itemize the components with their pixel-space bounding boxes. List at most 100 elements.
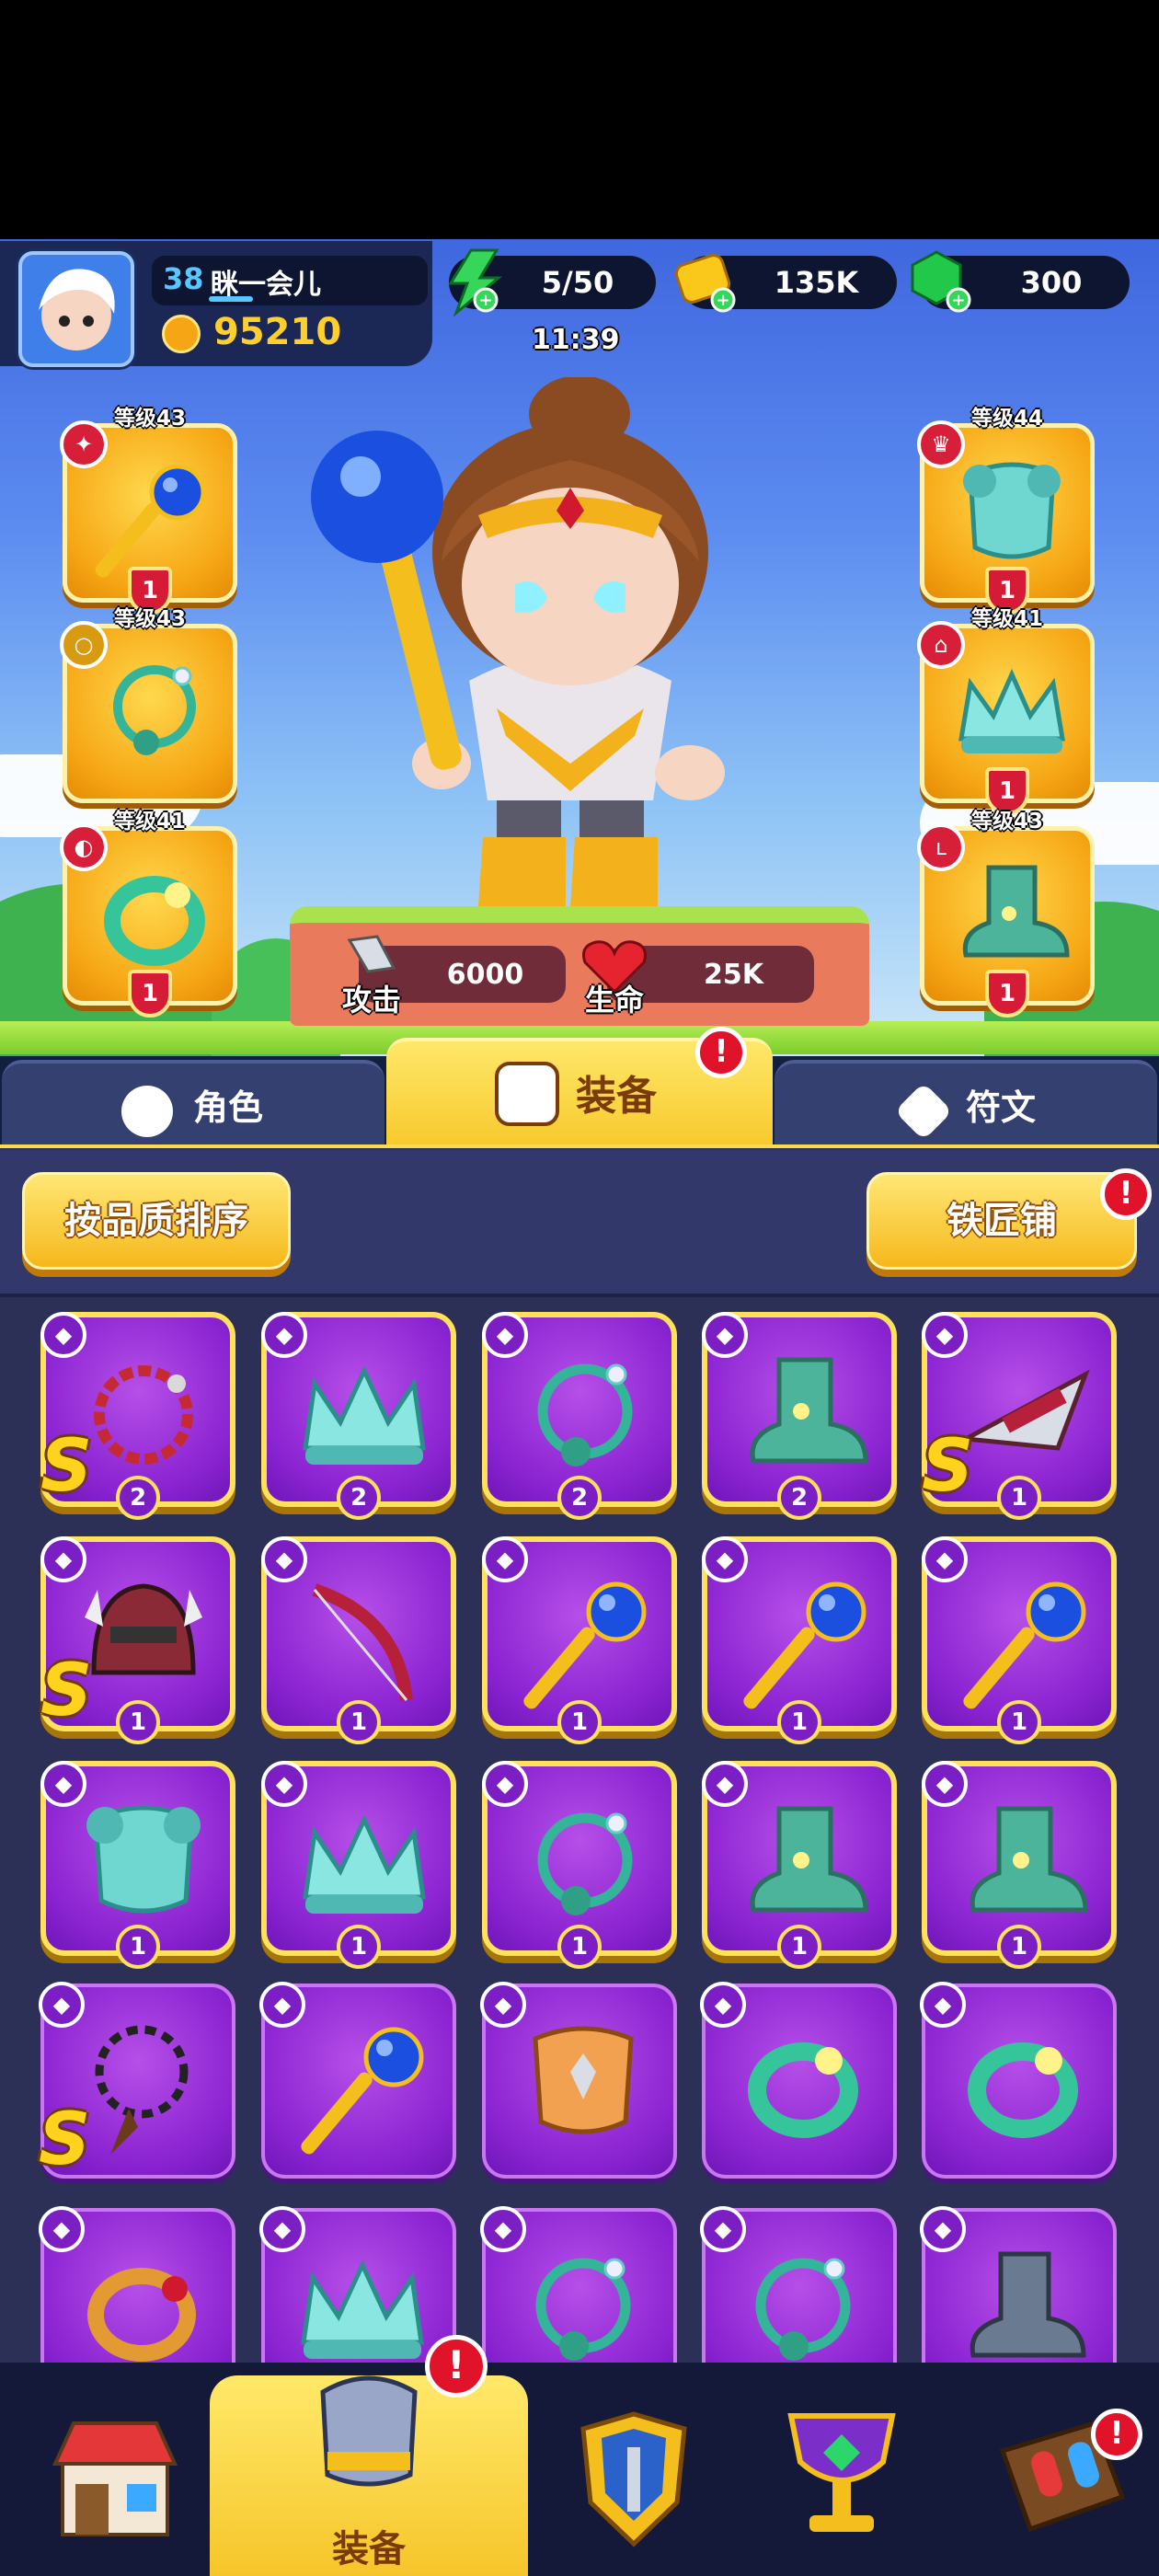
equip-slot-ring[interactable]: 等级41 ◐ 1 xyxy=(60,810,237,1018)
power-icon xyxy=(162,315,201,353)
scepter-icon xyxy=(523,1581,647,1709)
nav-guild[interactable] xyxy=(528,2383,740,2567)
inventory-item[interactable]: ◆ xyxy=(480,2206,677,2363)
boots-icon xyxy=(750,1806,868,1913)
nav-shop[interactable] xyxy=(9,2383,221,2567)
equip-slot-weapon[interactable]: 等级43 ✦ 1 xyxy=(60,407,237,615)
nav-trophy[interactable] xyxy=(736,2383,947,2567)
equip-slot-boots[interactable]: 等级43 ʟ 1 xyxy=(917,810,1095,1018)
armor-icon xyxy=(86,1805,201,1914)
rarity-s-mark: S xyxy=(39,2099,91,2181)
inventory-item[interactable]: ◆ S 1 xyxy=(40,1536,235,1744)
item-count: 1 xyxy=(777,1925,821,1969)
energy-value: 5/50 xyxy=(541,265,614,300)
necklace-icon xyxy=(755,2258,851,2361)
svg-text:+: + xyxy=(951,291,965,310)
tab-runes-label: 符文 xyxy=(966,1087,1037,1128)
inventory-item[interactable]: ◆ xyxy=(39,2206,235,2363)
player-power: 95210 xyxy=(213,311,342,353)
item-count: 1 xyxy=(557,1925,602,1969)
inventory-item[interactable]: ◆ 1 xyxy=(922,1761,1117,1969)
gold-add-icon[interactable]: + xyxy=(671,250,741,315)
item-count: 1 xyxy=(777,1700,821,1744)
item-count: 2 xyxy=(557,1476,602,1520)
bow-icon xyxy=(312,1583,413,1701)
shop-icon xyxy=(52,2421,178,2536)
equip-slot-helmet[interactable]: 等级41 ⌂ 1 xyxy=(917,607,1095,815)
item-count: 1 xyxy=(557,1700,602,1744)
rarity-s-mark: S xyxy=(40,1650,93,1732)
player-level: 38 xyxy=(163,261,204,296)
item-count: 1 xyxy=(337,1925,381,1969)
rarity-s-mark: S xyxy=(922,1425,974,1508)
necklace-icon xyxy=(113,665,196,755)
boots-icon xyxy=(750,1357,868,1464)
ring-icon xyxy=(104,876,205,966)
tab-equipment-label: 装备 xyxy=(576,1073,657,1120)
trophy-icon xyxy=(787,2413,896,2532)
countdown-timer: 11:39 xyxy=(532,324,620,356)
inventory-item[interactable]: ◆ S xyxy=(39,1982,235,2181)
attack-label: 攻击 xyxy=(342,983,402,1018)
inventory-item[interactable]: ◆ 1 xyxy=(702,1761,897,1969)
inventory-item[interactable]: ◆ 1 xyxy=(702,1536,897,1744)
inventory-item[interactable]: ◆ xyxy=(920,2206,1117,2363)
sort-by-quality-button[interactable]: 按品质排序 xyxy=(22,1172,291,1270)
gold-ring-icon xyxy=(87,2268,196,2362)
crown-icon xyxy=(958,668,1065,753)
character-tab-icon xyxy=(121,1086,173,1137)
inventory-item[interactable]: ◆ 1 xyxy=(261,1761,456,1969)
inventory-item[interactable]: ◆ 1 xyxy=(482,1761,677,1969)
crown-icon xyxy=(303,1365,426,1465)
equipment-tab-icon xyxy=(495,1062,559,1126)
inventory-item[interactable]: ◆ 1 xyxy=(482,1536,677,1744)
inventory-item[interactable]: ◆ 1 xyxy=(922,1536,1117,1744)
ring-icon xyxy=(968,2042,1078,2138)
svg-text:+: + xyxy=(716,291,729,310)
scepter-icon xyxy=(743,1581,866,1709)
tab-character[interactable]: 角色 xyxy=(2,1060,384,1148)
inventory-item[interactable]: ◆ xyxy=(700,2206,897,2363)
item-count: 2 xyxy=(116,1476,160,1520)
chest-armor-icon xyxy=(533,2026,634,2134)
inventory-item[interactable]: ◆ 1 xyxy=(261,1536,456,1744)
nav-equipment[interactable]: 装备 xyxy=(263,2375,475,2570)
hero-character[interactable] xyxy=(304,377,782,920)
item-count: 1 xyxy=(116,1925,160,1969)
equip-slot-necklace[interactable]: 等级43 ○ xyxy=(60,607,237,803)
item-count: 1 xyxy=(997,1925,1041,1969)
equip-slot-armor[interactable]: 等级44 ♛ 1 xyxy=(917,407,1095,615)
inventory-item[interactable]: ◆ S 2 xyxy=(40,1312,235,1520)
tab-runes[interactable]: 符文 xyxy=(775,1060,1157,1148)
inventory-item[interactable]: ◆ S 1 xyxy=(922,1312,1117,1520)
necklace-icon xyxy=(537,1363,633,1466)
necklace-icon xyxy=(535,2258,631,2361)
gem-value: 300 xyxy=(1020,265,1083,300)
inventory-grid: ◆ S 2 ◆ 2 ◆ 2 ◆ 2 ◆ S 1 ◆ S 1 ◆ 1 ◆ 1 ◆ 1 ◆ 1 ◆ 1 ◆ 1 ◆ 1 ◆ 1 ◆ 1 ◆ S ◆ ◆ ◆ ◆ ◆… xyxy=(0,1306,1159,2363)
inventory-item[interactable]: ◆ 2 xyxy=(702,1312,897,1520)
inventory-item[interactable]: ◆ xyxy=(700,1982,897,2179)
rarity-s-mark: S xyxy=(40,1425,93,1508)
item-count: 2 xyxy=(337,1476,381,1520)
inventory-item[interactable]: ◆ 1 xyxy=(40,1761,235,1969)
armor-icon xyxy=(320,2375,418,2487)
shield-icon xyxy=(580,2411,687,2547)
gem-add-icon[interactable]: + xyxy=(907,248,975,316)
player-avatar[interactable] xyxy=(18,251,134,367)
scepter-icon xyxy=(95,464,206,578)
inventory-item[interactable]: ◆ xyxy=(480,1982,677,2179)
energy-add-icon[interactable]: + xyxy=(443,247,508,316)
player-name-panel: 38 眯一会儿 xyxy=(152,256,428,305)
player-xp-bar xyxy=(209,296,253,302)
inventory-item[interactable]: ◆ xyxy=(259,1982,456,2179)
inventory-item[interactable]: ◆ 2 xyxy=(482,1312,677,1520)
tab-equipment-alert: ! xyxy=(695,1027,747,1078)
inventory-item[interactable]: ◆ xyxy=(259,2206,456,2363)
nav-equipment-label: 装备 xyxy=(332,2528,406,2570)
crown-icon xyxy=(303,1814,426,1914)
necklace-icon xyxy=(537,1812,633,1915)
inventory-item[interactable]: ◆ xyxy=(920,1982,1117,2179)
inventory-item[interactable]: ◆ 2 xyxy=(261,1312,456,1520)
blacksmith-button[interactable]: 铁匠铺 xyxy=(866,1172,1137,1270)
tab-character-label: 角色 xyxy=(193,1087,264,1128)
